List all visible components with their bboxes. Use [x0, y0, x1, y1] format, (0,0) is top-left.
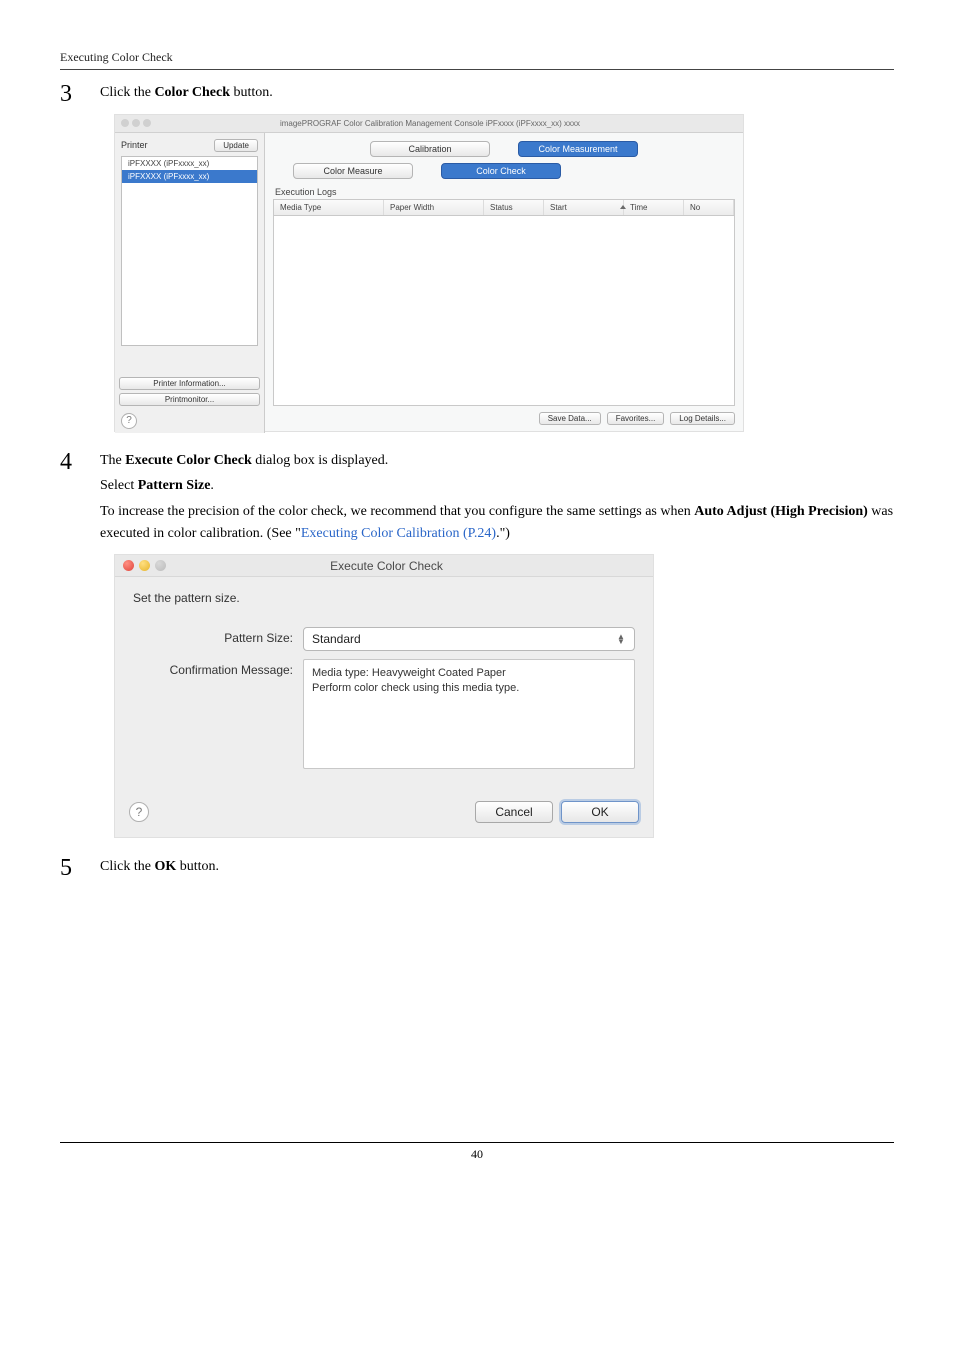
- list-item[interactable]: iPFXXXX (iPFxxxx_xx): [122, 157, 257, 170]
- save-data-button[interactable]: Save Data...: [539, 412, 601, 425]
- subtab-color-check[interactable]: Color Check: [441, 163, 561, 179]
- text: dialog box is displayed.: [252, 453, 389, 468]
- text: ."): [496, 526, 510, 541]
- printmonitor-button[interactable]: Printmonitor...: [119, 393, 260, 406]
- col-media-type[interactable]: Media Type: [274, 200, 384, 215]
- help-icon[interactable]: ?: [121, 413, 137, 429]
- dialog-titlebar: Execute Color Check: [115, 555, 653, 577]
- col-paper-width[interactable]: Paper Width: [384, 200, 484, 215]
- minimize-icon[interactable]: [132, 119, 140, 127]
- text: Click the: [100, 859, 154, 874]
- text: The: [100, 453, 125, 468]
- step-5-number: 5: [60, 856, 100, 880]
- window-title: imagePROGRAF Color Calibration Managemen…: [157, 119, 743, 128]
- step-4-line2: Select Pattern Size.: [100, 475, 894, 497]
- execution-logs-table: Media Type Paper Width Status Start Time…: [273, 199, 735, 406]
- text-bold: Pattern Size: [138, 478, 211, 493]
- close-icon[interactable]: [123, 560, 134, 571]
- pattern-size-select[interactable]: Standard ▲▼: [303, 627, 635, 651]
- sidebar: Printer Update iPFXXXX (iPFxxxx_xx) iPFX…: [115, 133, 265, 433]
- list-item[interactable]: iPFXXXX (iPFxxxx_xx): [122, 170, 257, 183]
- text: button.: [176, 859, 219, 874]
- execution-logs-label: Execution Logs: [275, 187, 735, 197]
- text: Select: [100, 478, 138, 493]
- step-4-line1: The Execute Color Check dialog box is di…: [100, 450, 894, 472]
- zoom-icon: [155, 560, 166, 571]
- traffic-lights: [115, 560, 174, 571]
- col-no[interactable]: No: [684, 200, 734, 215]
- zoom-icon[interactable]: [143, 119, 151, 127]
- set-pattern-size-label: Set the pattern size.: [133, 591, 635, 605]
- page-header: Executing Color Check: [60, 50, 894, 70]
- link-executing-color-calibration[interactable]: Executing Color Calibration (P.24): [301, 526, 496, 541]
- help-icon[interactable]: ?: [129, 802, 149, 822]
- text-bold: Execute Color Check: [125, 453, 252, 468]
- window-titlebar: imagePROGRAF Color Calibration Managemen…: [115, 115, 743, 133]
- screenshot-main-window: imagePROGRAF Color Calibration Managemen…: [114, 114, 744, 432]
- text-bold: OK: [154, 859, 176, 874]
- step-4: 4 The Execute Color Check dialog box is …: [60, 450, 894, 549]
- pattern-size-label: Pattern Size:: [133, 627, 303, 645]
- col-time-label: Time: [630, 203, 647, 212]
- confirmation-message-box: Media type: Heavyweight Coated Paper Per…: [303, 659, 635, 769]
- dialog-title: Execute Color Check: [174, 559, 653, 573]
- sort-asc-icon: [620, 205, 626, 209]
- cancel-button[interactable]: Cancel: [475, 801, 553, 823]
- text: .: [210, 478, 214, 493]
- traffic-lights: [115, 119, 157, 127]
- subtab-color-measure[interactable]: Color Measure: [293, 163, 413, 179]
- dropdown-arrow-icon: ▲▼: [614, 632, 628, 646]
- minimize-icon[interactable]: [139, 560, 150, 571]
- favorites-button[interactable]: Favorites...: [607, 412, 665, 425]
- col-start[interactable]: Start: [544, 200, 624, 215]
- pattern-size-value: Standard: [312, 632, 361, 646]
- update-button[interactable]: Update: [214, 139, 258, 152]
- printer-list[interactable]: iPFXXXX (iPFxxxx_xx) iPFXXXX (iPFxxxx_xx…: [121, 156, 258, 346]
- tab-calibration[interactable]: Calibration: [370, 141, 490, 157]
- close-icon[interactable]: [121, 119, 129, 127]
- text-bold: Auto Adjust (High Precision): [694, 504, 868, 519]
- step-3-text: Click the Color Check button.: [100, 82, 894, 104]
- step-4-line3: To increase the precision of the color c…: [100, 501, 894, 544]
- printer-information-button[interactable]: Printer Information...: [119, 377, 260, 390]
- step-3: 3 Click the Color Check button.: [60, 82, 894, 108]
- confirmation-message-label: Confirmation Message:: [133, 659, 303, 677]
- text-bold: Color Check: [154, 85, 230, 100]
- tab-color-measurement[interactable]: Color Measurement: [518, 141, 638, 157]
- confirmation-line-2: Perform color check using this media typ…: [312, 681, 626, 696]
- page-number: 40: [60, 1142, 894, 1162]
- col-status[interactable]: Status: [484, 200, 544, 215]
- ok-button[interactable]: OK: [561, 801, 639, 823]
- col-time[interactable]: Time: [624, 200, 684, 215]
- text: To increase the precision of the color c…: [100, 504, 694, 519]
- printer-label: Printer: [121, 140, 148, 150]
- text: button.: [230, 85, 273, 100]
- text: Click the: [100, 85, 154, 100]
- confirmation-line-1: Media type: Heavyweight Coated Paper: [312, 666, 626, 681]
- screenshot-execute-color-check: Execute Color Check Set the pattern size…: [114, 554, 654, 838]
- step-4-number: 4: [60, 450, 100, 474]
- step-5-text: Click the OK button.: [100, 856, 894, 878]
- step-3-number: 3: [60, 82, 100, 106]
- step-5: 5 Click the OK button.: [60, 856, 894, 882]
- log-details-button[interactable]: Log Details...: [670, 412, 735, 425]
